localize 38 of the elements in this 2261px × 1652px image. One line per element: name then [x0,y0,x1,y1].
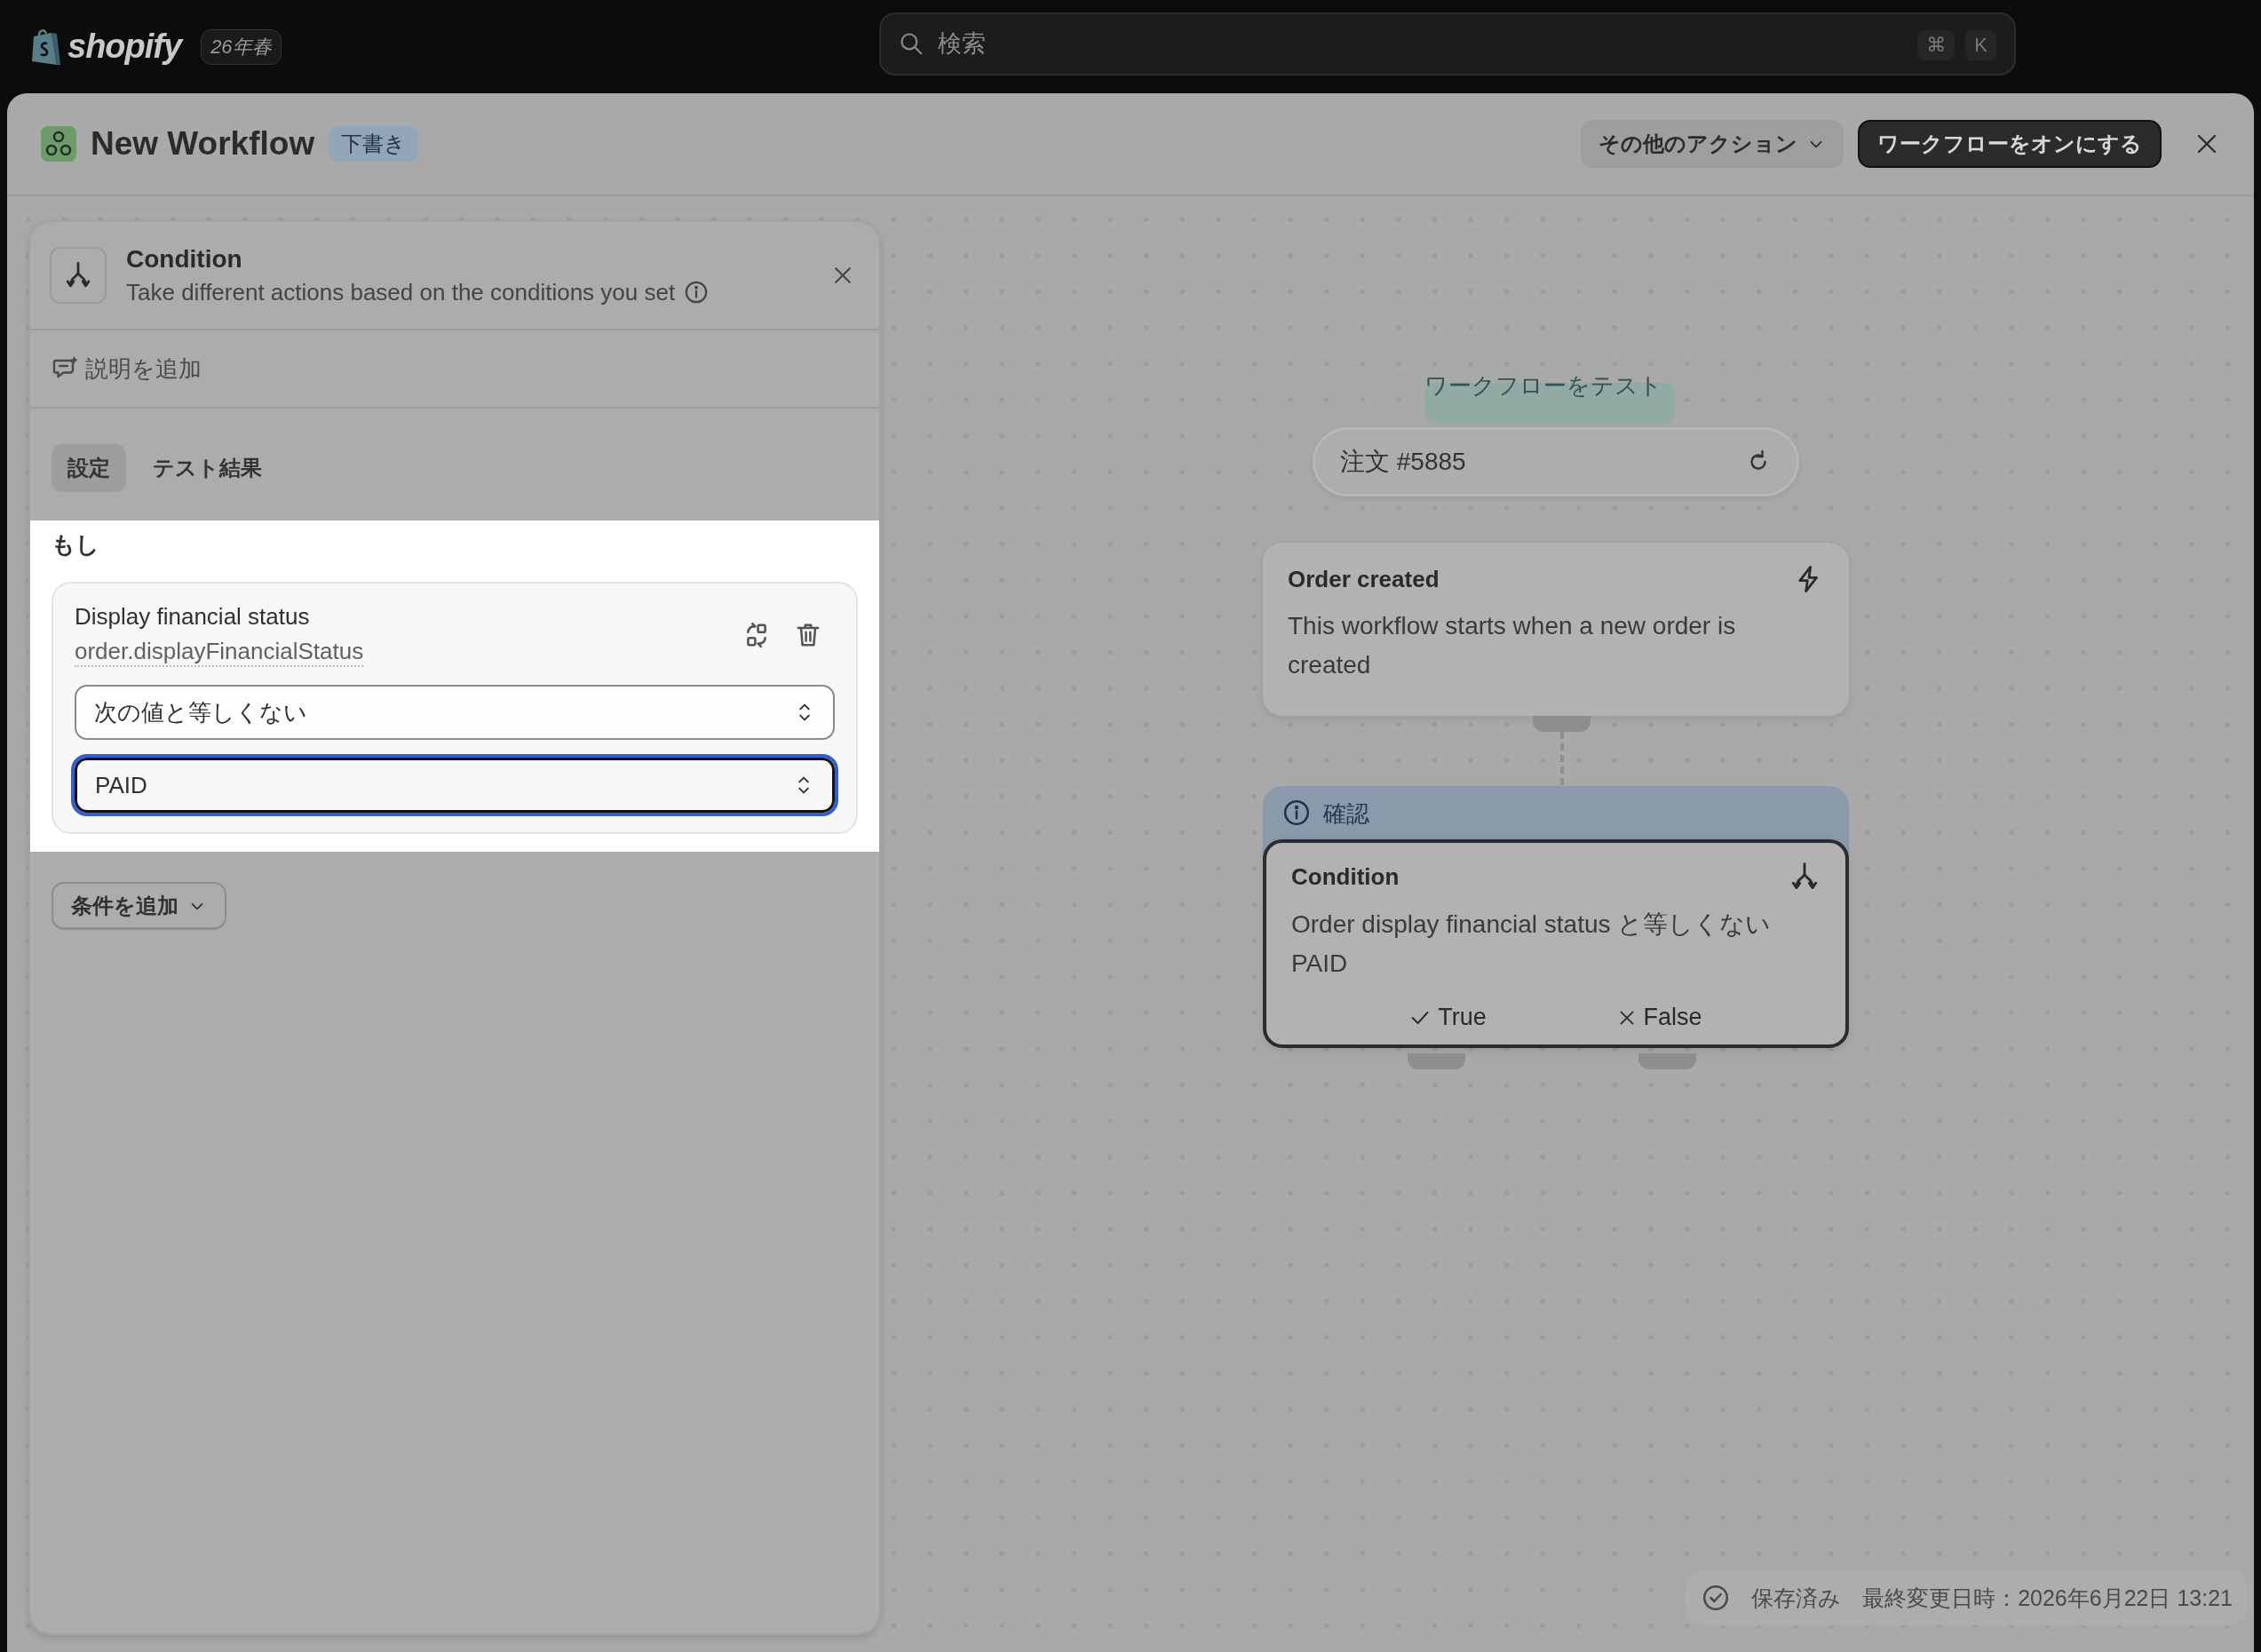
more-actions-button[interactable]: その他のアクション [1581,120,1844,168]
shortcut-key: ⌘ [1917,30,1956,60]
status-badge: 下書き [329,126,419,162]
trigger-node[interactable]: Order created This workflow starts when a new order is created [1263,543,1849,716]
search-icon [899,31,924,56]
shortcut-key: K [1965,30,1996,60]
condition-name: Display financial status [75,603,311,631]
workflow-title: New Workflow [91,125,315,163]
condition-node[interactable]: Condition Order display financial status と等しくない PAID True False [1263,839,1849,1048]
select-field[interactable]: 次の値と等しくない [75,685,835,740]
panel-title: Condition [126,244,243,274]
section-label: もし [52,530,100,560]
test-order-selector[interactable]: 注文 #5885 [1313,427,1799,496]
node-description: This workflow starts when a new order is created [1288,611,1737,680]
panel-subtitle: Take different actions based on the conditions you set [126,278,676,306]
logo-text: shopify [67,28,182,66]
branch-label[interactable]: False [1611,1003,1708,1032]
node-description: Order display financial status と等しくない PAID [1291,909,1773,979]
panel-tab[interactable]: テスト結果 [137,444,278,492]
connector-handle[interactable] [1408,1053,1465,1069]
connector-handle[interactable] [1533,716,1591,732]
turn-on-workflow-button[interactable]: ワークフローをオンにする [1858,120,2162,168]
condition-path[interactable]: order.displayFinancialStatus [75,638,364,667]
workflow-icon [41,126,76,162]
connector-handle[interactable] [1638,1053,1696,1069]
panel-tab[interactable]: 設定 [52,444,126,492]
check-circle-icon [1702,1584,1731,1612]
info-icon [1282,798,1311,827]
info-icon [684,280,710,305]
node-title: Condition [1291,862,1400,891]
branch-label[interactable]: True [1404,1003,1492,1032]
banner-text: 確認 [1323,799,1369,829]
node-title: Order created [1288,565,1440,593]
add-condition-button[interactable]: 条件を追加 [52,882,226,930]
edition-badge: 26年春 [201,28,282,65]
saved-text: 保存済み [1751,1584,1842,1612]
add-description-button[interactable]: 説明を追加 [52,353,202,385]
last-modified-text: 最終変更日時：2026年6月22日 13:21 [1862,1584,2233,1612]
